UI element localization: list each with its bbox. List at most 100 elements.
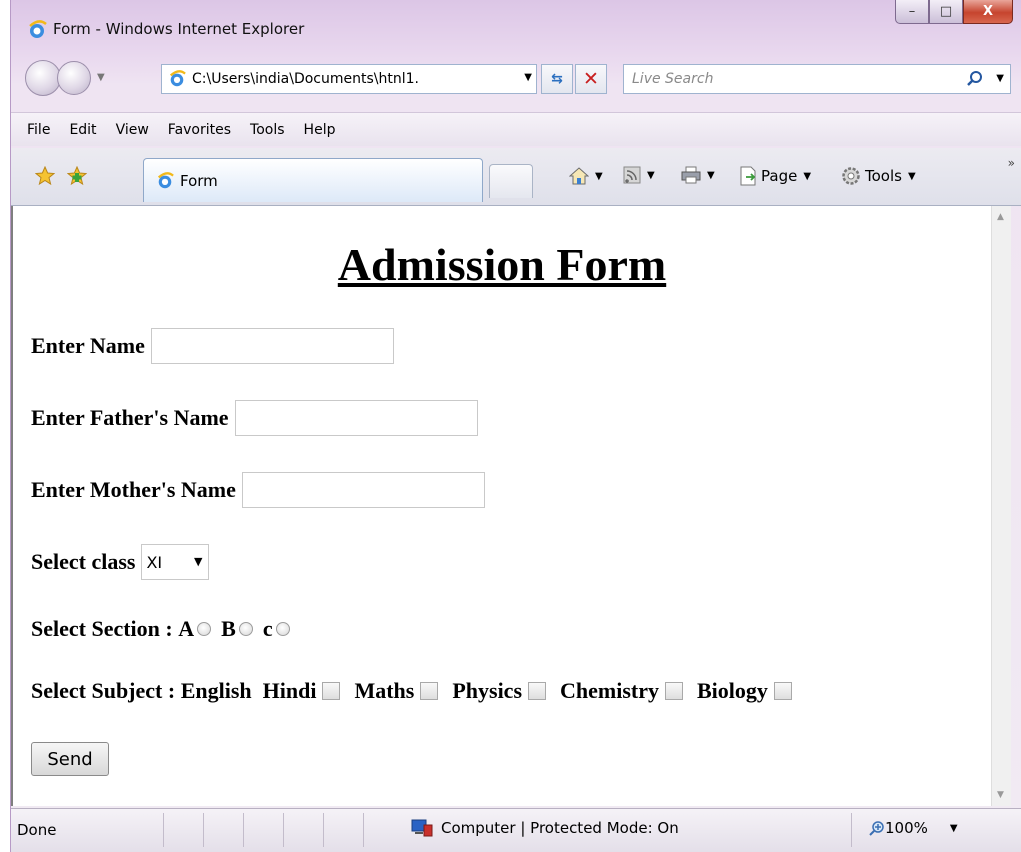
print-dropdown-icon[interactable]: ▼: [707, 170, 715, 181]
search-dropdown-icon[interactable]: ▼: [996, 73, 1004, 84]
back-button[interactable]: [25, 60, 61, 96]
tools-menu-button[interactable]: Tools ▼: [841, 166, 916, 186]
subject-maths-label: Maths: [354, 678, 415, 703]
name-row: Enter Name: [31, 328, 394, 364]
section-c-label: c: [262, 616, 273, 641]
admission-form: Admission Form Enter Name Enter Father's…: [13, 206, 991, 806]
menu-favorites[interactable]: Favorites: [168, 122, 231, 138]
ie-icon: [29, 20, 47, 38]
vertical-scrollbar[interactable]: ▲ ▼: [991, 206, 1011, 806]
scroll-up-icon[interactable]: ▲: [997, 212, 1004, 222]
favorites-star-icon[interactable]: [35, 166, 55, 186]
recent-pages-dropdown-icon[interactable]: ▼: [97, 72, 105, 83]
ie-tab-icon: [157, 171, 174, 188]
toolbar-overflow-chevron-icon[interactable]: »: [1008, 156, 1015, 170]
zoom-control[interactable]: 100% ▼: [869, 819, 958, 837]
address-dropdown-icon[interactable]: ▼: [524, 72, 532, 83]
scroll-down-icon[interactable]: ▼: [997, 790, 1004, 800]
section-a-label: A: [178, 616, 195, 641]
zoom-icon: [869, 821, 884, 836]
navigation-bar: ▼ C:\Users\india\Documents\htnl1. ▼ ⇆ ✕ …: [11, 56, 1021, 102]
maximize-button[interactable]: □: [929, 0, 963, 24]
subject-hindi-checkbox[interactable]: [322, 682, 341, 700]
name-label: Enter Name: [31, 333, 145, 358]
feeds-button[interactable]: ▼: [623, 166, 655, 184]
home-icon: [569, 167, 589, 185]
status-divider: [283, 813, 284, 847]
menu-bar: File Edit View Favorites Tools Help: [11, 112, 1021, 146]
minimize-icon: –: [908, 4, 916, 19]
class-select[interactable]: XI ▼: [141, 544, 210, 580]
tools-dropdown-icon: ▼: [907, 170, 916, 182]
refresh-icon: ⇆: [551, 71, 563, 87]
feeds-icon: [623, 166, 641, 184]
section-b-radio[interactable]: [238, 622, 253, 636]
status-text: Done: [17, 821, 57, 839]
forward-button[interactable]: [57, 61, 91, 95]
subject-row: Select Subject : English Hindi Maths Phy…: [31, 678, 806, 704]
security-zone[interactable]: Computer | Protected Mode: On: [411, 819, 679, 837]
address-url[interactable]: C:\Users\india\Documents\htnl1.: [192, 71, 512, 87]
subject-physics-checkbox[interactable]: [528, 682, 547, 700]
send-button[interactable]: Send: [31, 742, 109, 776]
feeds-dropdown-icon[interactable]: ▼: [647, 170, 655, 181]
add-favorites-icon[interactable]: [67, 166, 87, 186]
section-row: Select Section : A B c: [31, 616, 300, 642]
subject-biology-label: Biology: [697, 678, 768, 703]
subject-physics-label: Physics: [452, 678, 523, 703]
subject-label: Select Subject :: [31, 678, 176, 703]
subject-hindi-label: Hindi: [262, 678, 317, 703]
new-tab-button[interactable]: [489, 164, 533, 198]
search-input[interactable]: [632, 71, 932, 87]
mother-name-row: Enter Mother's Name: [31, 472, 485, 508]
section-c-radio[interactable]: [275, 622, 290, 636]
menu-tools[interactable]: Tools: [250, 122, 285, 138]
tab-form[interactable]: Form: [143, 158, 483, 202]
close-icon: X: [982, 4, 994, 19]
menu-help[interactable]: Help: [304, 122, 336, 138]
menu-file[interactable]: File: [27, 122, 50, 138]
section-b-label: B: [221, 616, 236, 641]
mother-name-input[interactable]: [241, 472, 485, 508]
class-selected-value: XI: [146, 552, 163, 572]
page-menu-label: Page: [761, 167, 798, 185]
menu-edit[interactable]: Edit: [69, 122, 96, 138]
tab-toolbar: Form ▼ ▼ ▼ Page ▼ Tools ▼ »: [11, 148, 1021, 206]
status-divider: [851, 813, 852, 847]
zoom-dropdown-icon[interactable]: ▼: [950, 823, 958, 834]
address-bar[interactable]: C:\Users\india\Documents\htnl1. ▼: [161, 64, 537, 94]
close-button[interactable]: X: [963, 0, 1013, 24]
refresh-button[interactable]: ⇆: [541, 64, 573, 94]
father-name-label: Enter Father's Name: [31, 405, 229, 430]
page-dropdown-icon: ▼: [803, 170, 812, 182]
minimize-button[interactable]: –: [895, 0, 929, 24]
print-button[interactable]: ▼: [681, 166, 715, 184]
status-divider: [163, 813, 164, 847]
subject-maths-checkbox[interactable]: [420, 682, 439, 700]
tab-title: Form: [180, 171, 218, 190]
section-label: Select Section :: [31, 616, 173, 641]
page-title: Admission Form: [337, 239, 667, 290]
home-dropdown-icon[interactable]: ▼: [595, 171, 603, 182]
name-input[interactable]: [150, 328, 394, 364]
home-button[interactable]: ▼: [569, 166, 603, 186]
security-zone-text: Computer | Protected Mode: On: [441, 819, 679, 837]
subject-chemistry-checkbox[interactable]: [665, 682, 683, 700]
search-box[interactable]: ▼: [623, 64, 1011, 94]
search-icon[interactable]: [966, 70, 984, 88]
page-menu-button[interactable]: Page ▼: [739, 166, 811, 186]
father-name-input[interactable]: [234, 400, 478, 436]
status-divider: [243, 813, 244, 847]
tools-menu-label: Tools: [865, 167, 902, 185]
subject-biology-checkbox[interactable]: [773, 682, 792, 700]
title-bar[interactable]: Form - Windows Internet Explorer – □ X: [11, 0, 1021, 52]
print-icon: [681, 166, 701, 184]
class-row: Select class XI ▼: [31, 544, 210, 580]
menu-view[interactable]: View: [116, 122, 149, 138]
section-a-radio[interactable]: [197, 622, 212, 636]
page-content: Admission Form Enter Name Enter Father's…: [11, 206, 991, 806]
status-divider: [323, 813, 324, 847]
browser-window: Form - Windows Internet Explorer – □ X ▼…: [10, 0, 1021, 852]
stop-button[interactable]: ✕: [575, 64, 607, 94]
subject-chemistry-label: Chemistry: [560, 678, 659, 703]
